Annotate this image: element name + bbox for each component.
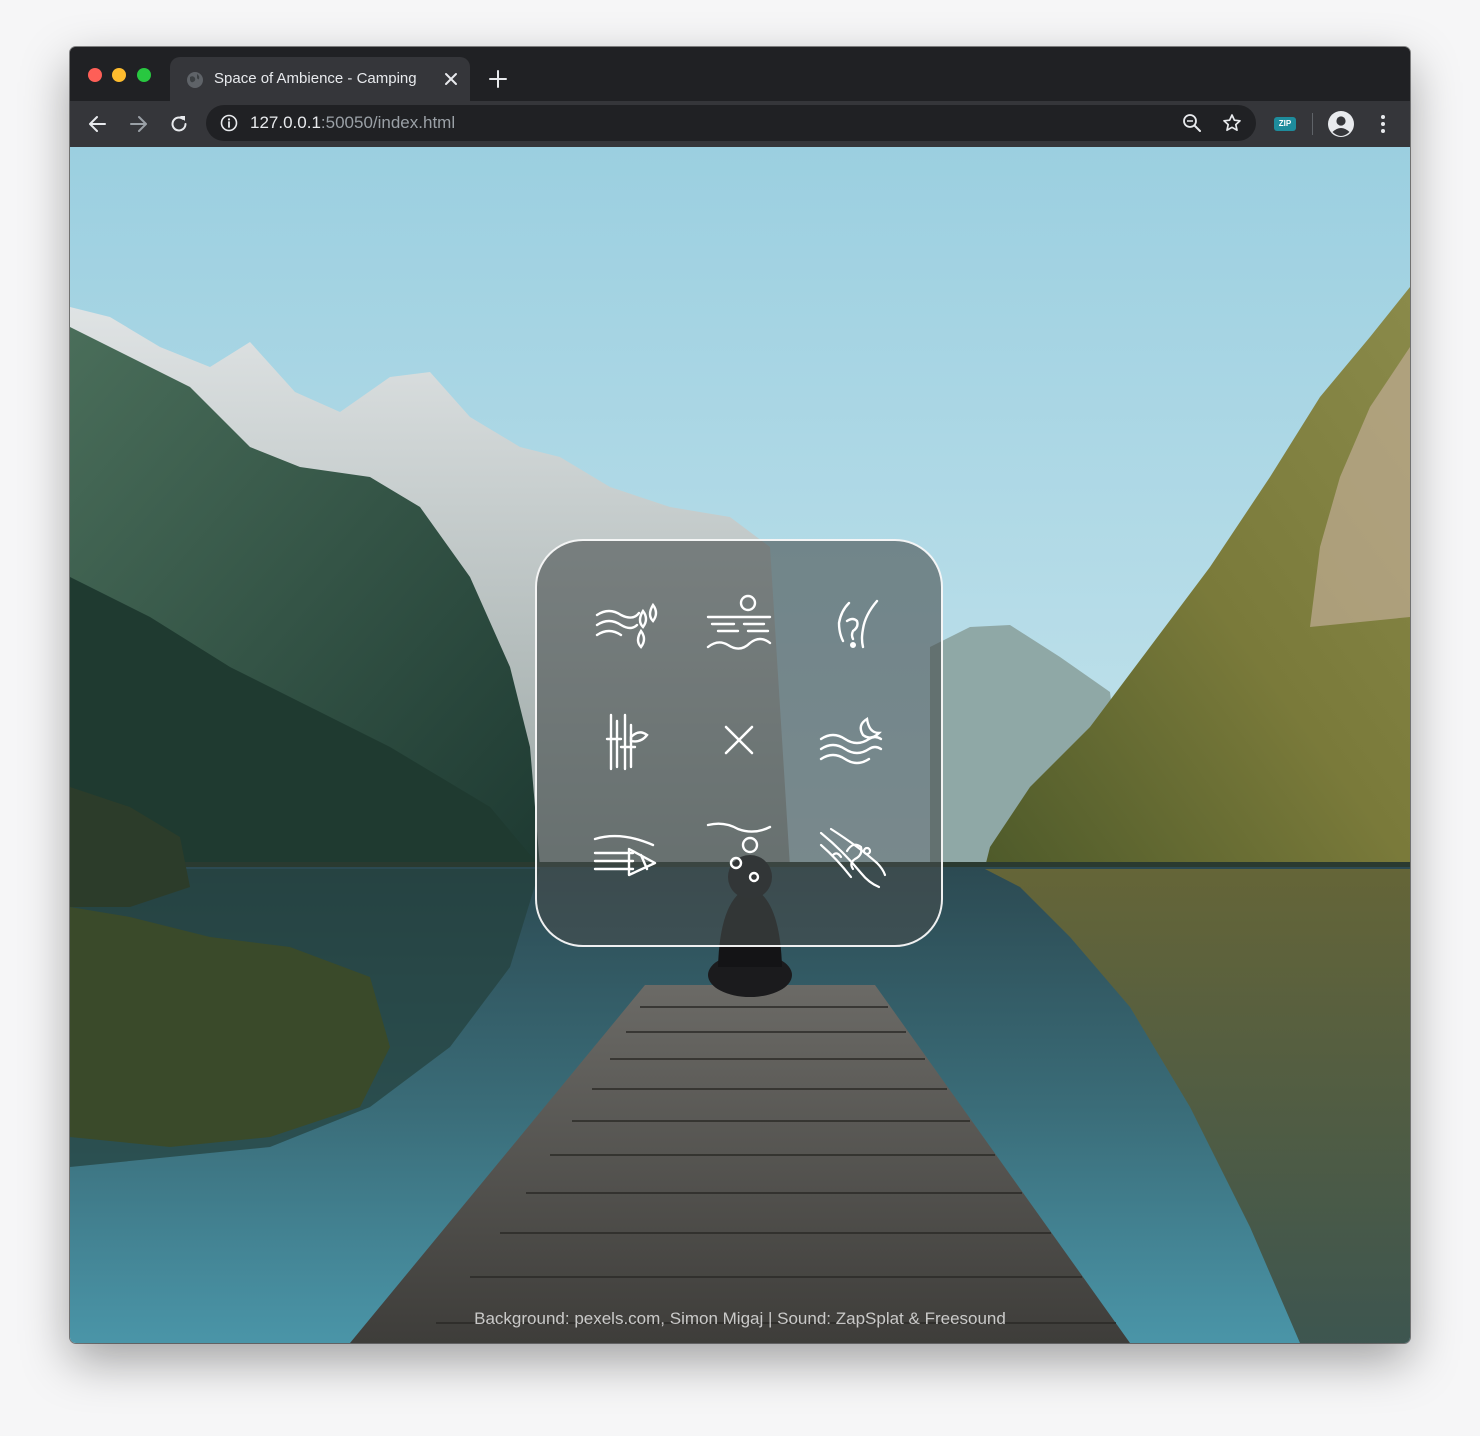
new-tab-icon[interactable] — [488, 69, 508, 89]
sound-button-reeds[interactable] — [581, 695, 671, 785]
sound-button-night-bird[interactable] — [807, 581, 897, 671]
reeds-icon — [605, 713, 649, 771]
sound-button-underwater-bubbles[interactable] — [694, 811, 784, 901]
minimize-window-button[interactable] — [112, 68, 126, 82]
page-viewport: Background: pexels.com, Simon Migaj | So… — [70, 147, 1410, 1343]
sound-button-sunset-sea[interactable] — [694, 581, 784, 671]
address-bar[interactable]: 127.0.0.1:50050/index.html — [206, 105, 1256, 141]
close-tab-icon[interactable] — [442, 70, 460, 88]
bookmark-star-icon[interactable] — [1222, 113, 1242, 133]
zip-extension-icon[interactable]: ZIP — [1274, 117, 1296, 131]
credits-text: Background: pexels.com, Simon Migaj | So… — [474, 1309, 1006, 1328]
sound-button-wind-horn[interactable] — [581, 811, 671, 901]
reload-icon[interactable] — [168, 113, 190, 135]
title-bar: Space of Ambience - Camping — [70, 47, 1410, 101]
underwater-bubbles-icon — [706, 822, 772, 883]
info-icon[interactable] — [220, 114, 238, 132]
more-menu-icon[interactable] — [1372, 112, 1394, 136]
url-path: :50050/index.html — [320, 113, 456, 132]
sunset-sea-icon — [706, 594, 772, 650]
close-window-button[interactable] — [88, 68, 102, 82]
tab-active[interactable]: Space of Ambience - Camping — [170, 57, 470, 101]
stream-icon — [819, 827, 887, 889]
back-icon[interactable] — [87, 113, 109, 135]
zoom-icon[interactable] — [1182, 113, 1202, 133]
browser-window: Space of Ambience - Camping 127.0.0.1:50… — [70, 47, 1410, 1343]
close-button[interactable] — [694, 695, 784, 785]
url-host: 127.0.0.1 — [250, 113, 321, 132]
toolbar: 127.0.0.1:50050/index.html ZIP — [70, 101, 1410, 147]
close-icon — [724, 725, 754, 755]
wind-horn-icon — [593, 834, 657, 877]
maximize-window-button[interactable] — [137, 68, 151, 82]
url-text: 127.0.0.1:50050/index.html — [250, 113, 455, 133]
sound-button-wind-rain[interactable] — [581, 581, 671, 671]
night-bird-icon — [837, 599, 879, 649]
night-waves-icon — [819, 717, 883, 765]
globe-icon — [187, 72, 203, 88]
sound-button-night-waves[interactable] — [807, 695, 897, 785]
profile-avatar-icon[interactable] — [1327, 110, 1355, 138]
toolbar-divider — [1312, 113, 1313, 135]
sound-selector-panel — [535, 539, 943, 947]
sound-button-stream[interactable] — [807, 811, 897, 901]
forward-icon[interactable] — [127, 113, 149, 135]
tab-title: Space of Ambience - Camping — [214, 70, 417, 87]
wind-rain-icon — [595, 602, 658, 649]
